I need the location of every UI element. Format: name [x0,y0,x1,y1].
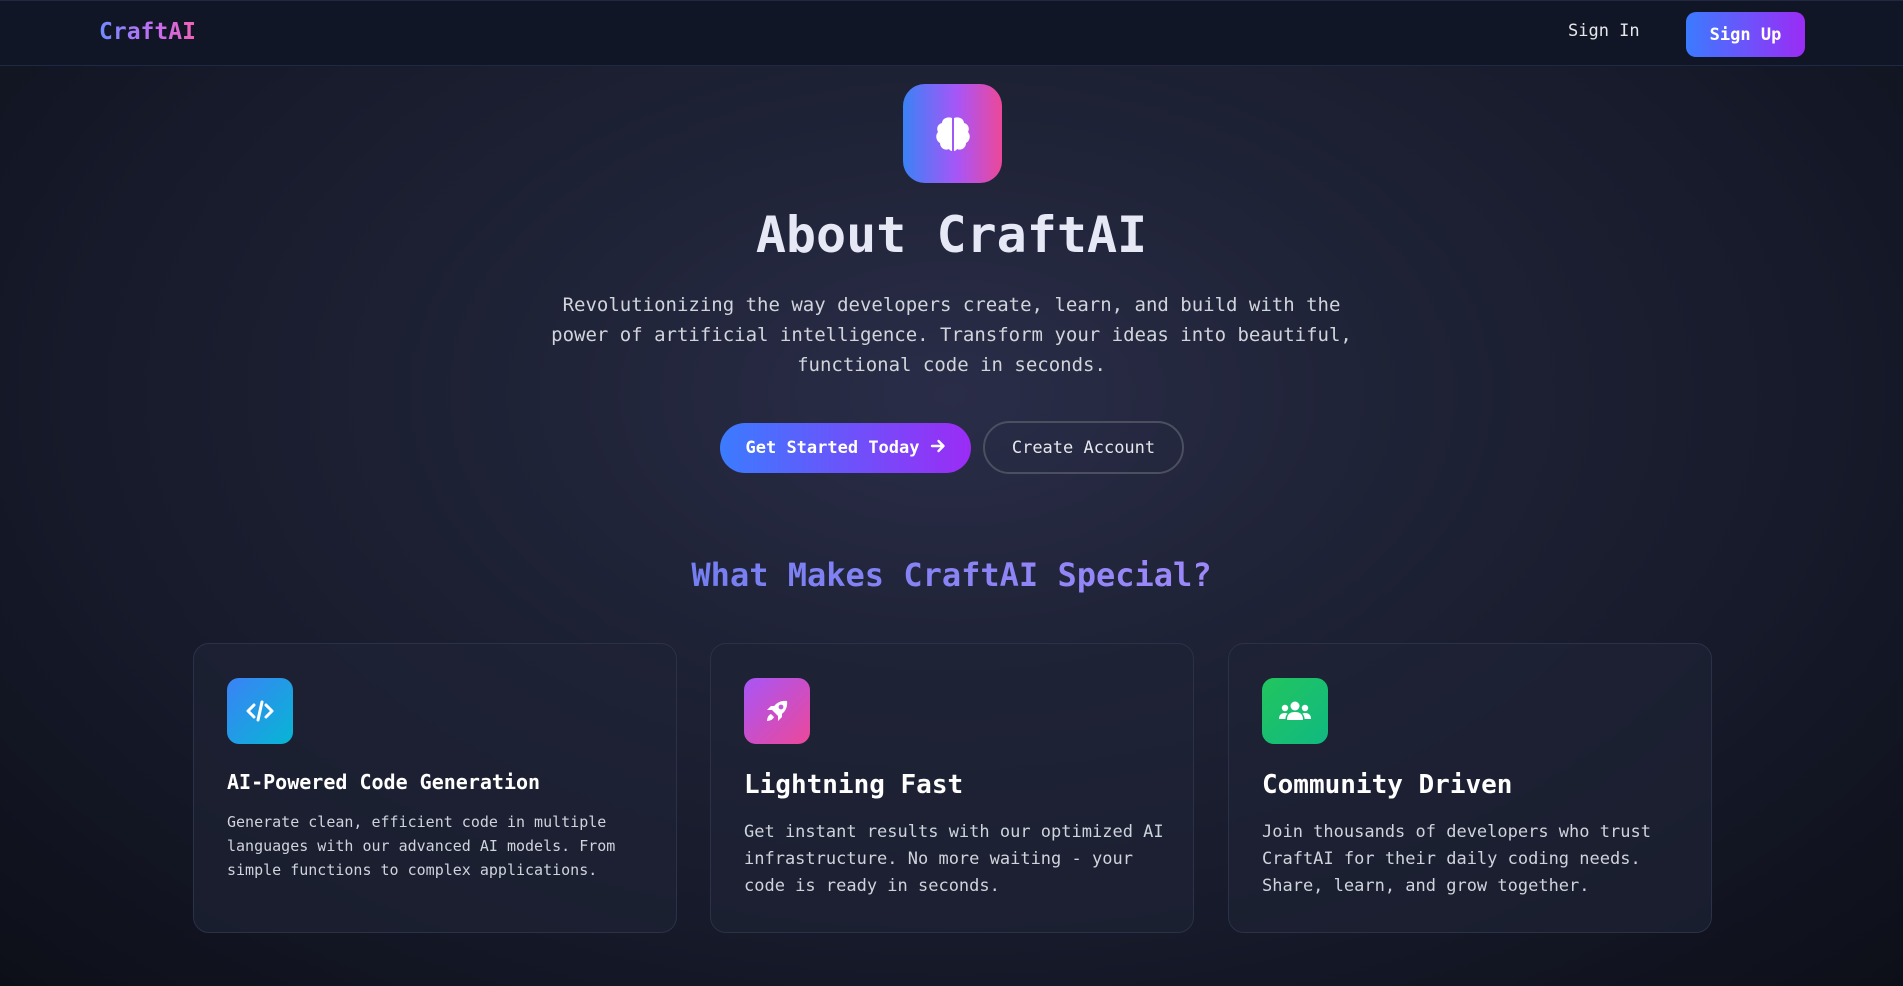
sign-in-link[interactable]: Sign In [1568,21,1640,41]
brand-logo[interactable]: CraftAI [99,19,196,45]
sign-up-button[interactable]: Sign Up [1686,12,1805,57]
navbar: CraftAI Sign In Sign Up [0,0,1903,66]
arrow-right-icon [930,438,946,459]
create-account-button[interactable]: Create Account [983,421,1184,474]
users-icon [1262,678,1328,744]
feature-title: AI-Powered Code Generation [227,770,541,794]
feature-card-community-driven: Community Driven Join thousands of devel… [1228,643,1712,933]
rocket-icon [744,678,810,744]
feature-description: Get instant results with our optimized A… [744,822,1164,896]
feature-title: Community Driven [1262,770,1513,800]
brain-icon [903,84,1002,183]
get-started-button[interactable]: Get Started Today [720,423,971,473]
feature-title: Lightning Fast [744,770,964,800]
feature-description: Generate clean, efficient code in multip… [227,813,616,879]
feature-card-code-generation: AI-Powered Code Generation Generate clea… [193,643,677,933]
features-heading: What Makes CraftAI Special? [0,556,1903,594]
code-icon [227,678,293,744]
feature-card-lightning-fast: Lightning Fast Get instant results with … [710,643,1194,933]
get-started-label: Get Started Today [745,438,920,458]
feature-description: Join thousands of developers who trust C… [1262,822,1651,896]
page-title: About CraftAI [755,206,1148,264]
hero-subtitle: Revolutionizing the way developers creat… [551,294,1352,376]
